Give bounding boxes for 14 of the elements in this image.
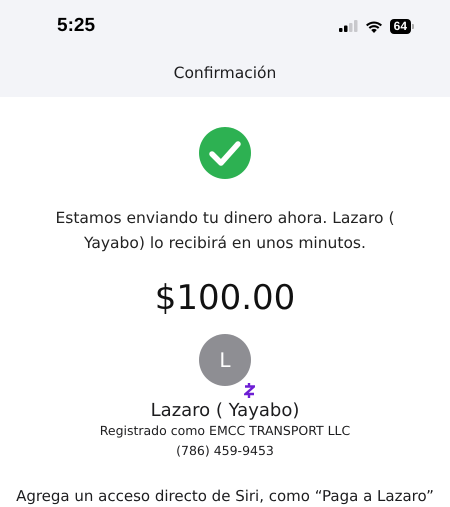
registered-name: Registrado como EMCC TRANSPORT LLC (100, 422, 350, 440)
wifi-icon (364, 20, 383, 32)
screen-title: Confirmación (174, 64, 276, 82)
zelle-badge-icon (244, 383, 255, 398)
phone-number: (786) 459-9453 (176, 442, 274, 460)
avatar: L (199, 334, 251, 386)
confirmation-message: Estamos enviando tu dinero ahora. Lazaro ( Yayabo) lo recibirá en unos minutos. (54, 208, 396, 254)
amount: $100.00 (154, 278, 296, 318)
siri-shortcut-hint: Agrega un acceso directo de Siri, como “Paga a Lazaro” (16, 487, 434, 505)
recipient-name: Lazaro ( Yayabo) (150, 400, 300, 421)
status-time: 5:25 (57, 15, 96, 37)
signal-icon (338, 20, 358, 32)
battery-icon: 64 (390, 18, 414, 34)
checkmark-icon (199, 127, 251, 179)
